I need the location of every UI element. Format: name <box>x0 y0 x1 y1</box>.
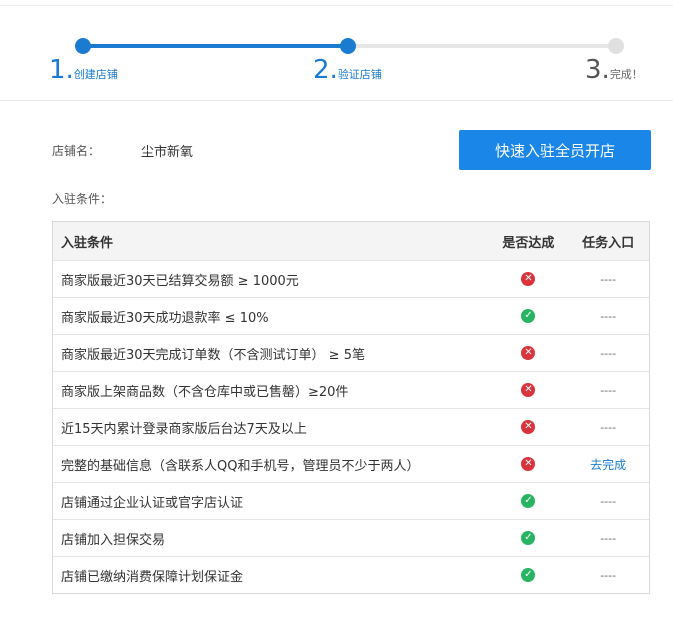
step-1-number: 1. <box>49 55 74 85</box>
check-circle-icon: ✓ <box>521 309 536 323</box>
table-row: 店铺已缴纳消费保障计划保证金 ✓ ---- <box>53 556 649 593</box>
close-circle-icon: ✕ <box>521 420 536 434</box>
header-condition: 入驻条件 <box>61 235 114 251</box>
conditions-label: 入驻条件： <box>52 192 113 206</box>
step-2-label: 2.验证店铺 <box>313 55 382 85</box>
table-row: 商家版上架商品数（不含仓库中或已售罄）≥20件 ✕ ---- <box>53 371 649 408</box>
task-entry: ---- <box>600 383 617 397</box>
conditions-table: 入驻条件 是否达成 任务入口 商家版最近30天已结算交易额 ≥ 1000元 ✕ … <box>52 221 650 594</box>
step-3-number: 3. <box>585 55 610 85</box>
check-circle-icon: ✓ <box>521 494 536 508</box>
condition-text: 近15天内累计登录商家版后台达7天及以上 <box>61 421 307 437</box>
task-entry: ---- <box>600 420 617 434</box>
task-entry: ---- <box>600 272 617 286</box>
task-entry: ---- <box>600 309 617 323</box>
table-row: 店铺通过企业认证或官字店认证 ✓ ---- <box>53 482 649 519</box>
step-1-dot <box>75 38 91 54</box>
task-entry: ---- <box>600 568 617 582</box>
task-entry: ---- <box>600 494 617 508</box>
header-achieved: 是否达成 <box>502 235 555 251</box>
step-1-label: 1.创建店铺 <box>49 55 118 85</box>
table-header-row: 入驻条件 是否达成 任务入口 <box>53 222 649 260</box>
stepper-track-pending <box>348 44 616 48</box>
task-entry: ---- <box>600 531 617 545</box>
check-circle-icon: ✓ <box>521 568 536 582</box>
close-circle-icon: ✕ <box>521 272 536 286</box>
go-complete-link[interactable]: 去完成 <box>590 458 626 472</box>
table-row: 店铺加入担保交易 ✓ ---- <box>53 519 649 556</box>
step-3-label: 3.完成！ <box>585 55 643 85</box>
condition-text: 商家版最近30天完成订单数（不含测试订单） ≥ 5笔 <box>61 347 365 363</box>
close-circle-icon: ✕ <box>521 457 536 471</box>
condition-text: 店铺已缴纳消费保障计划保证金 <box>61 569 244 585</box>
store-name-value: 尘市新氧 <box>141 145 194 160</box>
condition-text: 店铺通过企业认证或官字店认证 <box>61 495 244 511</box>
condition-text: 店铺加入担保交易 <box>61 532 166 548</box>
store-name-label: 店铺名： <box>52 144 101 158</box>
section-divider <box>0 100 673 101</box>
progress-stepper: 1.创建店铺 2.验证店铺 3.完成！ <box>0 6 673 100</box>
close-circle-icon: ✕ <box>521 383 536 397</box>
condition-text: 商家版上架商品数（不含仓库中或已售罄）≥20件 <box>61 384 349 400</box>
step-2-number: 2. <box>313 55 338 85</box>
condition-text: 商家版最近30天已结算交易额 ≥ 1000元 <box>61 273 299 289</box>
check-circle-icon: ✓ <box>521 531 536 545</box>
condition-text: 完整的基础信息（含联系人QQ和手机号，管理员不少于两人） <box>61 458 420 474</box>
close-circle-icon: ✕ <box>521 346 536 360</box>
quick-join-button[interactable]: 快速入驻全员开店 <box>459 130 651 170</box>
stepper-track-completed <box>83 44 348 48</box>
table-row: 商家版最近30天成功退款率 ≤ 10% ✓ ---- <box>53 297 649 334</box>
table-row: 完整的基础信息（含联系人QQ和手机号，管理员不少于两人） ✕ 去完成 <box>53 445 649 482</box>
condition-text: 商家版最近30天成功退款率 ≤ 10% <box>61 310 269 326</box>
step-3-dot <box>608 38 624 54</box>
table-row: 近15天内累计登录商家版后台达7天及以上 ✕ ---- <box>53 408 649 445</box>
table-row: 商家版最近30天已结算交易额 ≥ 1000元 ✕ ---- <box>53 260 649 297</box>
step-3-text: 完成！ <box>609 68 643 81</box>
table-row: 商家版最近30天完成订单数（不含测试订单） ≥ 5笔 ✕ ---- <box>53 334 649 371</box>
step-1-text: 创建店铺 <box>73 68 118 81</box>
header-task-entry: 任务入口 <box>582 235 635 251</box>
task-entry: ---- <box>600 346 617 360</box>
step-2-dot <box>340 38 356 54</box>
step-2-text: 验证店铺 <box>337 68 382 81</box>
